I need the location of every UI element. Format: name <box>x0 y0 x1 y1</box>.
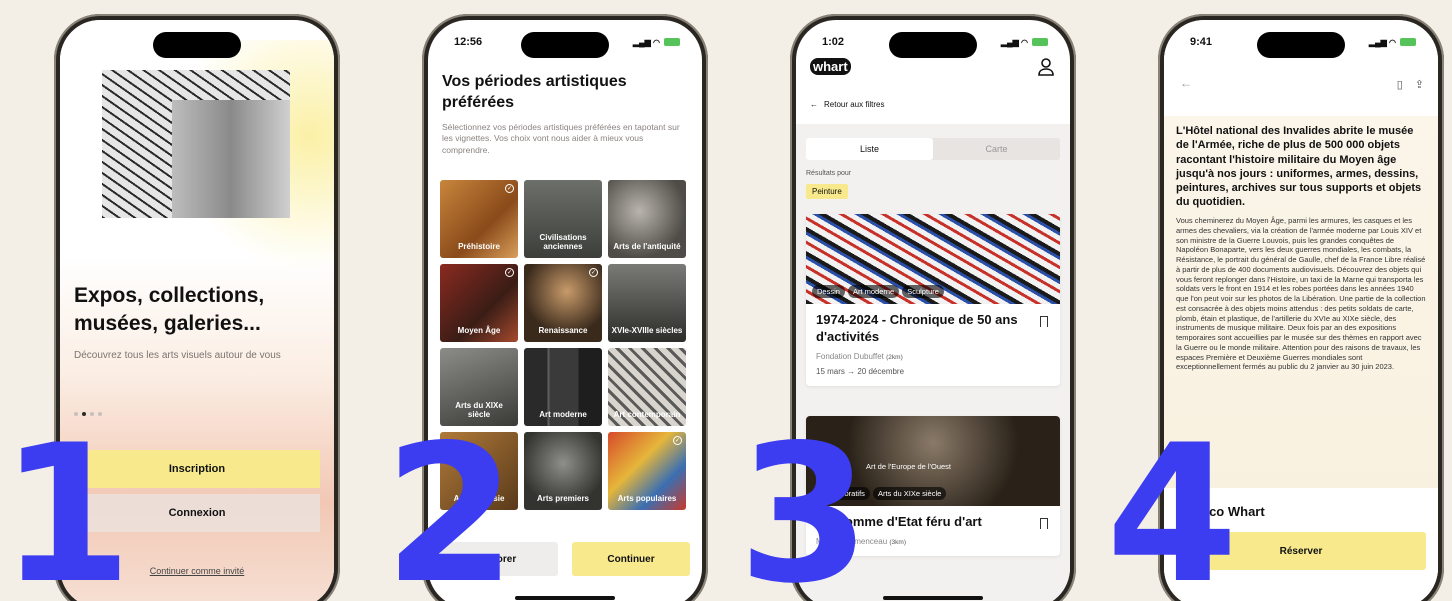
tag[interactable]: Sculpture <box>902 285 944 298</box>
status-icons: ▂▄▆ ◠ <box>1369 36 1416 48</box>
continue-button[interactable]: Continuer <box>572 542 690 576</box>
event-card[interactable]: Dessin Art moderne Sculpture 1974-2024 -… <box>806 214 1060 386</box>
tag[interactable]: Arts du XIXe siècle <box>872 487 947 500</box>
tile-label: Art contemporain <box>613 410 681 420</box>
home-indicator <box>515 596 615 600</box>
venue-name: Fondation Dubuffet <box>816 351 884 361</box>
back-arrow-icon[interactable]: ← <box>1180 76 1192 90</box>
arrow-left-icon: ← <box>810 100 818 109</box>
venue-distance: (2km) <box>886 353 903 361</box>
logo-text: whart <box>810 58 851 75</box>
check-icon: ✓ <box>589 268 598 277</box>
status-time: 12:56 <box>454 36 483 48</box>
tab-list[interactable]: Liste <box>806 138 933 160</box>
dynamic-island <box>521 32 609 58</box>
battery-icon <box>1400 38 1416 46</box>
tile-arts-premiers[interactable]: Arts premiers <box>524 432 602 510</box>
event-image: Dessin Art moderne Sculpture <box>806 214 1060 304</box>
check-icon: ✓ <box>673 436 682 445</box>
tile-label: Renaissance <box>538 326 588 336</box>
tile-art-contemporain[interactable]: Art contemporain <box>608 348 686 426</box>
tag[interactable]: Dessin <box>812 285 845 298</box>
tile-label: Moyen Âge <box>457 326 501 336</box>
dynamic-island <box>1257 32 1345 58</box>
image-overlay-text: Art de l'Europe de l'Ouest <box>866 462 951 471</box>
results-label: Résultats pour <box>806 170 852 177</box>
bookmark-icon[interactable]: ▯ <box>1397 78 1403 91</box>
status-time: 9:41 <box>1190 36 1213 48</box>
status-icons: ▂▄▆ ◠ <box>633 36 680 48</box>
tile-arts-populaires[interactable]: ✓ Arts populaires <box>608 432 686 510</box>
tile-art-moderne[interactable]: Art moderne <box>524 348 602 426</box>
tile-label: Art moderne <box>539 410 587 420</box>
filter-chip[interactable]: Peinture <box>806 184 848 199</box>
whart-logo[interactable]: whart <box>810 58 851 75</box>
battery-icon <box>664 38 680 46</box>
tile-antiquite[interactable]: Arts de l'antiquité <box>608 180 686 258</box>
back-to-filters[interactable]: ← Retour aux filtres <box>810 100 884 109</box>
preferences-description: Sélectionnez vos périodes artistiques pr… <box>442 122 680 155</box>
tile-renaissance[interactable]: ✓ Renaissance <box>524 264 602 342</box>
tile-prehistoire[interactable]: ✓ Préhistoire <box>440 180 518 258</box>
event-dates: 15 mars → 20 décembre <box>816 366 905 376</box>
tile-label: Arts populaires <box>617 494 677 504</box>
onboarding-title: Expos, collections, musées, galeries... <box>74 284 265 336</box>
venue-distance: (3km) <box>889 538 906 546</box>
tile-label: XVIe-XVIIIe siècles <box>611 326 683 336</box>
detail-actions: ▯ ⇪ <box>1397 78 1424 91</box>
tag-list: Dessin Art moderne Sculpture <box>812 285 944 298</box>
check-icon: ✓ <box>505 268 514 277</box>
view-toggle: Liste Carte <box>806 138 1060 160</box>
onboarding-subtitle: Découvrez tous les arts visuels autour d… <box>74 350 281 361</box>
dynamic-island <box>889 32 977 58</box>
tile-label: Arts premiers <box>536 494 590 504</box>
detail-lead: L'Hôtel national des Invalides abrite le… <box>1176 125 1422 209</box>
tile-label: Préhistoire <box>458 242 500 252</box>
event-venue: Fondation Dubuffet (2km) <box>806 350 1060 363</box>
tile-moyen-age[interactable]: ✓ Moyen Âge <box>440 264 518 342</box>
tile-label: Civilisations anciennes <box>539 232 587 252</box>
share-icon[interactable]: ⇪ <box>1415 78 1424 91</box>
museum-roof-image <box>102 70 290 218</box>
bookmark-icon[interactable] <box>1040 518 1048 529</box>
step-number-1: 1 <box>0 404 133 601</box>
event-title: 1974-2024 - Chronique de 50 ans d'activi… <box>806 304 1060 350</box>
status-icons: ▂▄▆ ◠ <box>1001 36 1048 48</box>
tag[interactable]: Art moderne <box>847 285 900 298</box>
dynamic-island <box>153 32 241 58</box>
check-icon: ✓ <box>505 184 514 193</box>
battery-icon <box>1032 38 1048 46</box>
tile-civilisations[interactable]: Civilisations anciennes <box>524 180 602 258</box>
home-indicator <box>883 596 983 600</box>
back-label: Retour aux filtres <box>824 100 885 109</box>
event-title-text: 1974-2024 - Chronique de 50 ans d'activi… <box>816 312 1018 344</box>
status-time: 1:02 <box>822 36 845 48</box>
detail-description: Vous cheminerez du Moyen Âge, parmi les … <box>1176 216 1426 372</box>
preferences-title: Vos périodes artistiques préférées <box>442 73 627 111</box>
step-number-3: 3 <box>738 404 871 601</box>
tab-map[interactable]: Carte <box>933 138 1060 160</box>
step-number-4: 4 <box>1106 404 1239 601</box>
bookmark-icon[interactable] <box>1040 316 1048 327</box>
step-number-2: 2 <box>384 404 517 601</box>
tile-xvie-xviiie[interactable]: XVIe-XVIIIe siècles <box>608 264 686 342</box>
user-icon[interactable] <box>1038 58 1054 76</box>
tile-label: Arts de l'antiquité <box>613 242 681 252</box>
